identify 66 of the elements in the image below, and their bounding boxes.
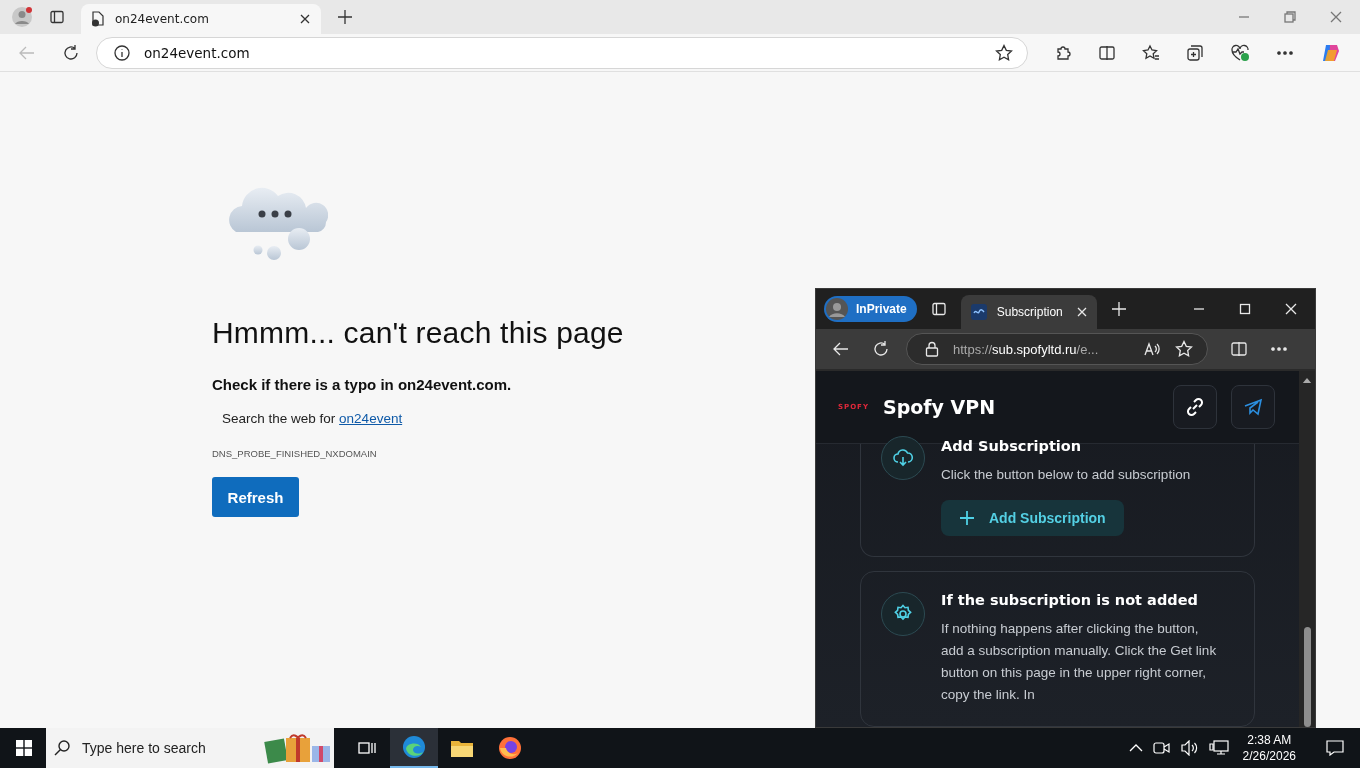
chevron-up-icon[interactable] [1128, 743, 1143, 753]
camera-icon[interactable] [1152, 740, 1171, 756]
avatar-icon [826, 298, 848, 320]
search-suggestion-text: Search the web for [222, 411, 336, 426]
taskbar-search-field[interactable]: Type here to search [46, 728, 334, 768]
cloud-download-icon[interactable] [893, 448, 913, 468]
scroll-up-icon[interactable] [1302, 378, 1312, 383]
site-title: Spofy VPN [883, 396, 996, 418]
scroll-thumb[interactable] [1303, 627, 1311, 727]
search-link[interactable]: on24event [339, 411, 403, 426]
wave-icon [970, 304, 987, 320]
page-error-icon [91, 11, 105, 27]
telegram-button[interactable] [1231, 385, 1275, 429]
restore-icon[interactable] [1284, 11, 1296, 23]
error-heading: Hmmm... can't reach this page [212, 316, 624, 350]
tab-actions-icon[interactable] [930, 301, 947, 317]
close-icon[interactable] [299, 13, 311, 25]
clock-date: 2/26/2026 [1242, 748, 1296, 764]
refresh-icon[interactable] [62, 43, 80, 62]
network-icon[interactable] [1208, 740, 1229, 756]
favorites-icon[interactable] [1142, 43, 1160, 62]
split-screen-icon[interactable] [1230, 340, 1248, 358]
address-bar[interactable]: https://sub.spofyltd.ru/e... [906, 333, 1208, 365]
card-text: Click the button below to add subscription [941, 466, 1192, 484]
profile-icon[interactable] [11, 6, 33, 28]
tab-actions-icon[interactable] [49, 9, 65, 25]
new-tab-icon[interactable] [337, 9, 353, 25]
search-icon [54, 740, 70, 756]
link-icon[interactable] [1185, 397, 1205, 417]
split-screen-icon[interactable] [1098, 43, 1116, 62]
taskbar-app[interactable] [390, 728, 438, 768]
card-text: If nothing happens after clicking the button, add a subscription manually. Click the Get link button on this page in the upper right corner, copy the link. In [941, 620, 1218, 704]
maximize-icon[interactable] [1239, 303, 1251, 315]
card-title: If the subscription is not added [941, 592, 1199, 608]
edge-icon [402, 735, 426, 759]
plus-icon[interactable] [959, 510, 975, 526]
back-icon[interactable] [832, 340, 850, 358]
task-view-icon[interactable] [358, 740, 376, 756]
add-subscription-button[interactable]: Add Subscription [941, 500, 1124, 536]
info-icon[interactable] [114, 44, 130, 61]
favorite-star-icon[interactable] [995, 43, 1013, 62]
heart-pulse-icon[interactable] [1230, 43, 1250, 62]
scrollbar[interactable] [1299, 371, 1315, 727]
paper-plane-icon[interactable] [1243, 397, 1263, 417]
browser-tab[interactable]: on24event.com [81, 4, 321, 34]
folder-icon [450, 738, 474, 758]
tab-title: on24event.com [115, 12, 210, 26]
refresh-icon[interactable] [872, 340, 890, 358]
clock[interactable]: 2:38 AM 2/26/2026 [1242, 732, 1296, 764]
read-aloud-icon[interactable] [1143, 341, 1161, 357]
inprivate-badge[interactable]: InPrivate [824, 296, 917, 322]
card-title: Add Subscription [941, 438, 1083, 454]
lock-icon[interactable] [925, 341, 939, 357]
extensions-icon[interactable] [1054, 43, 1072, 62]
notifications-icon[interactable] [1326, 740, 1344, 756]
address-bar[interactable]: on24event.com [96, 36, 1028, 69]
volume-icon[interactable] [1180, 740, 1199, 756]
browser-tab[interactable]: Subscription [960, 295, 1097, 329]
refresh-button[interactable]: Refresh [212, 477, 299, 517]
error-hint: Check if there is a typo in on24event.com. [212, 376, 512, 393]
collections-icon[interactable] [1186, 43, 1204, 62]
clock-time: 2:38 AM [1247, 732, 1292, 748]
start-icon[interactable] [16, 740, 32, 756]
firefox-icon [498, 736, 522, 760]
error-code: DNS_PROBE_FINISHED_NXDOMAIN [212, 448, 377, 459]
get-link-button[interactable] [1173, 385, 1217, 429]
